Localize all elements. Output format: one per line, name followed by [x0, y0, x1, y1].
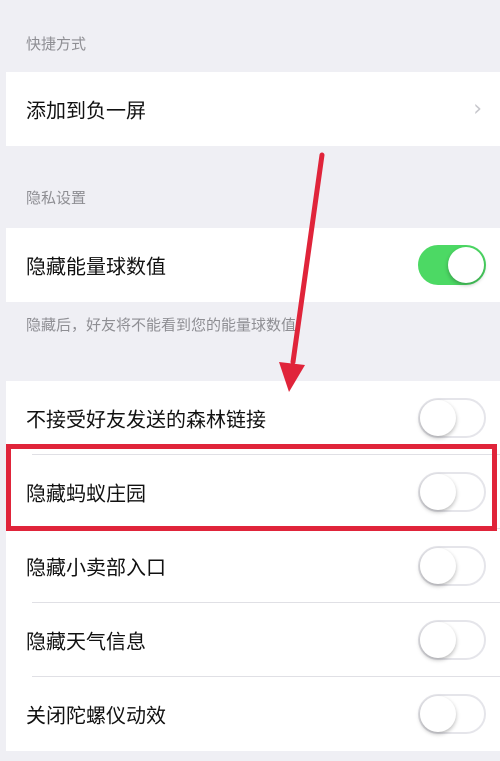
annotation-arrow-icon [279, 152, 325, 392]
settings-page: 快捷方式 添加到负一屏 › 隐私设置 隐藏能量球数值 隐藏后，好友将不能看到您的… [0, 0, 500, 761]
